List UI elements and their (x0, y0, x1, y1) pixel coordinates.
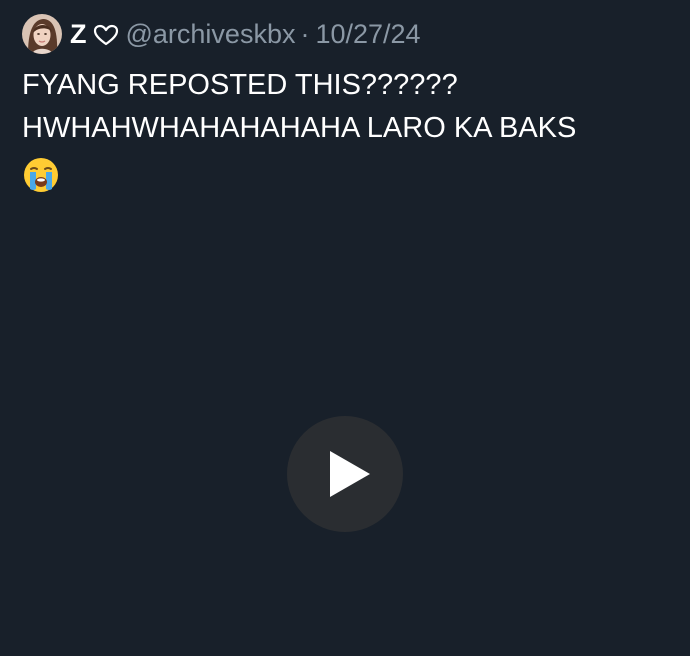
tweet-header: Z @archiveskbx · 10/27/24 (22, 14, 421, 54)
play-button[interactable] (287, 416, 403, 532)
tweet-text: FYANG REPOSTED THIS?????? HWHAHWHAHAHAHA… (22, 64, 672, 207)
tweet: Z @archiveskbx · 10/27/24 FYANG REPOSTED… (0, 0, 690, 656)
play-icon (330, 451, 370, 497)
display-name[interactable]: Z (70, 19, 87, 50)
user-handle[interactable]: @archiveskbx (126, 19, 296, 50)
tweet-text-line-1: FYANG REPOSTED THIS?????? (22, 69, 458, 101)
heart-outline-icon (93, 24, 119, 46)
tweet-text-line-2: HWHAHWHAHAHAHAHA LARO KA BAKS (22, 112, 577, 144)
separator-dot: · (300, 18, 310, 49)
avatar[interactable] (22, 14, 62, 54)
post-date[interactable]: 10/27/24 (315, 19, 420, 50)
loudly-crying-face-icon (22, 156, 60, 194)
